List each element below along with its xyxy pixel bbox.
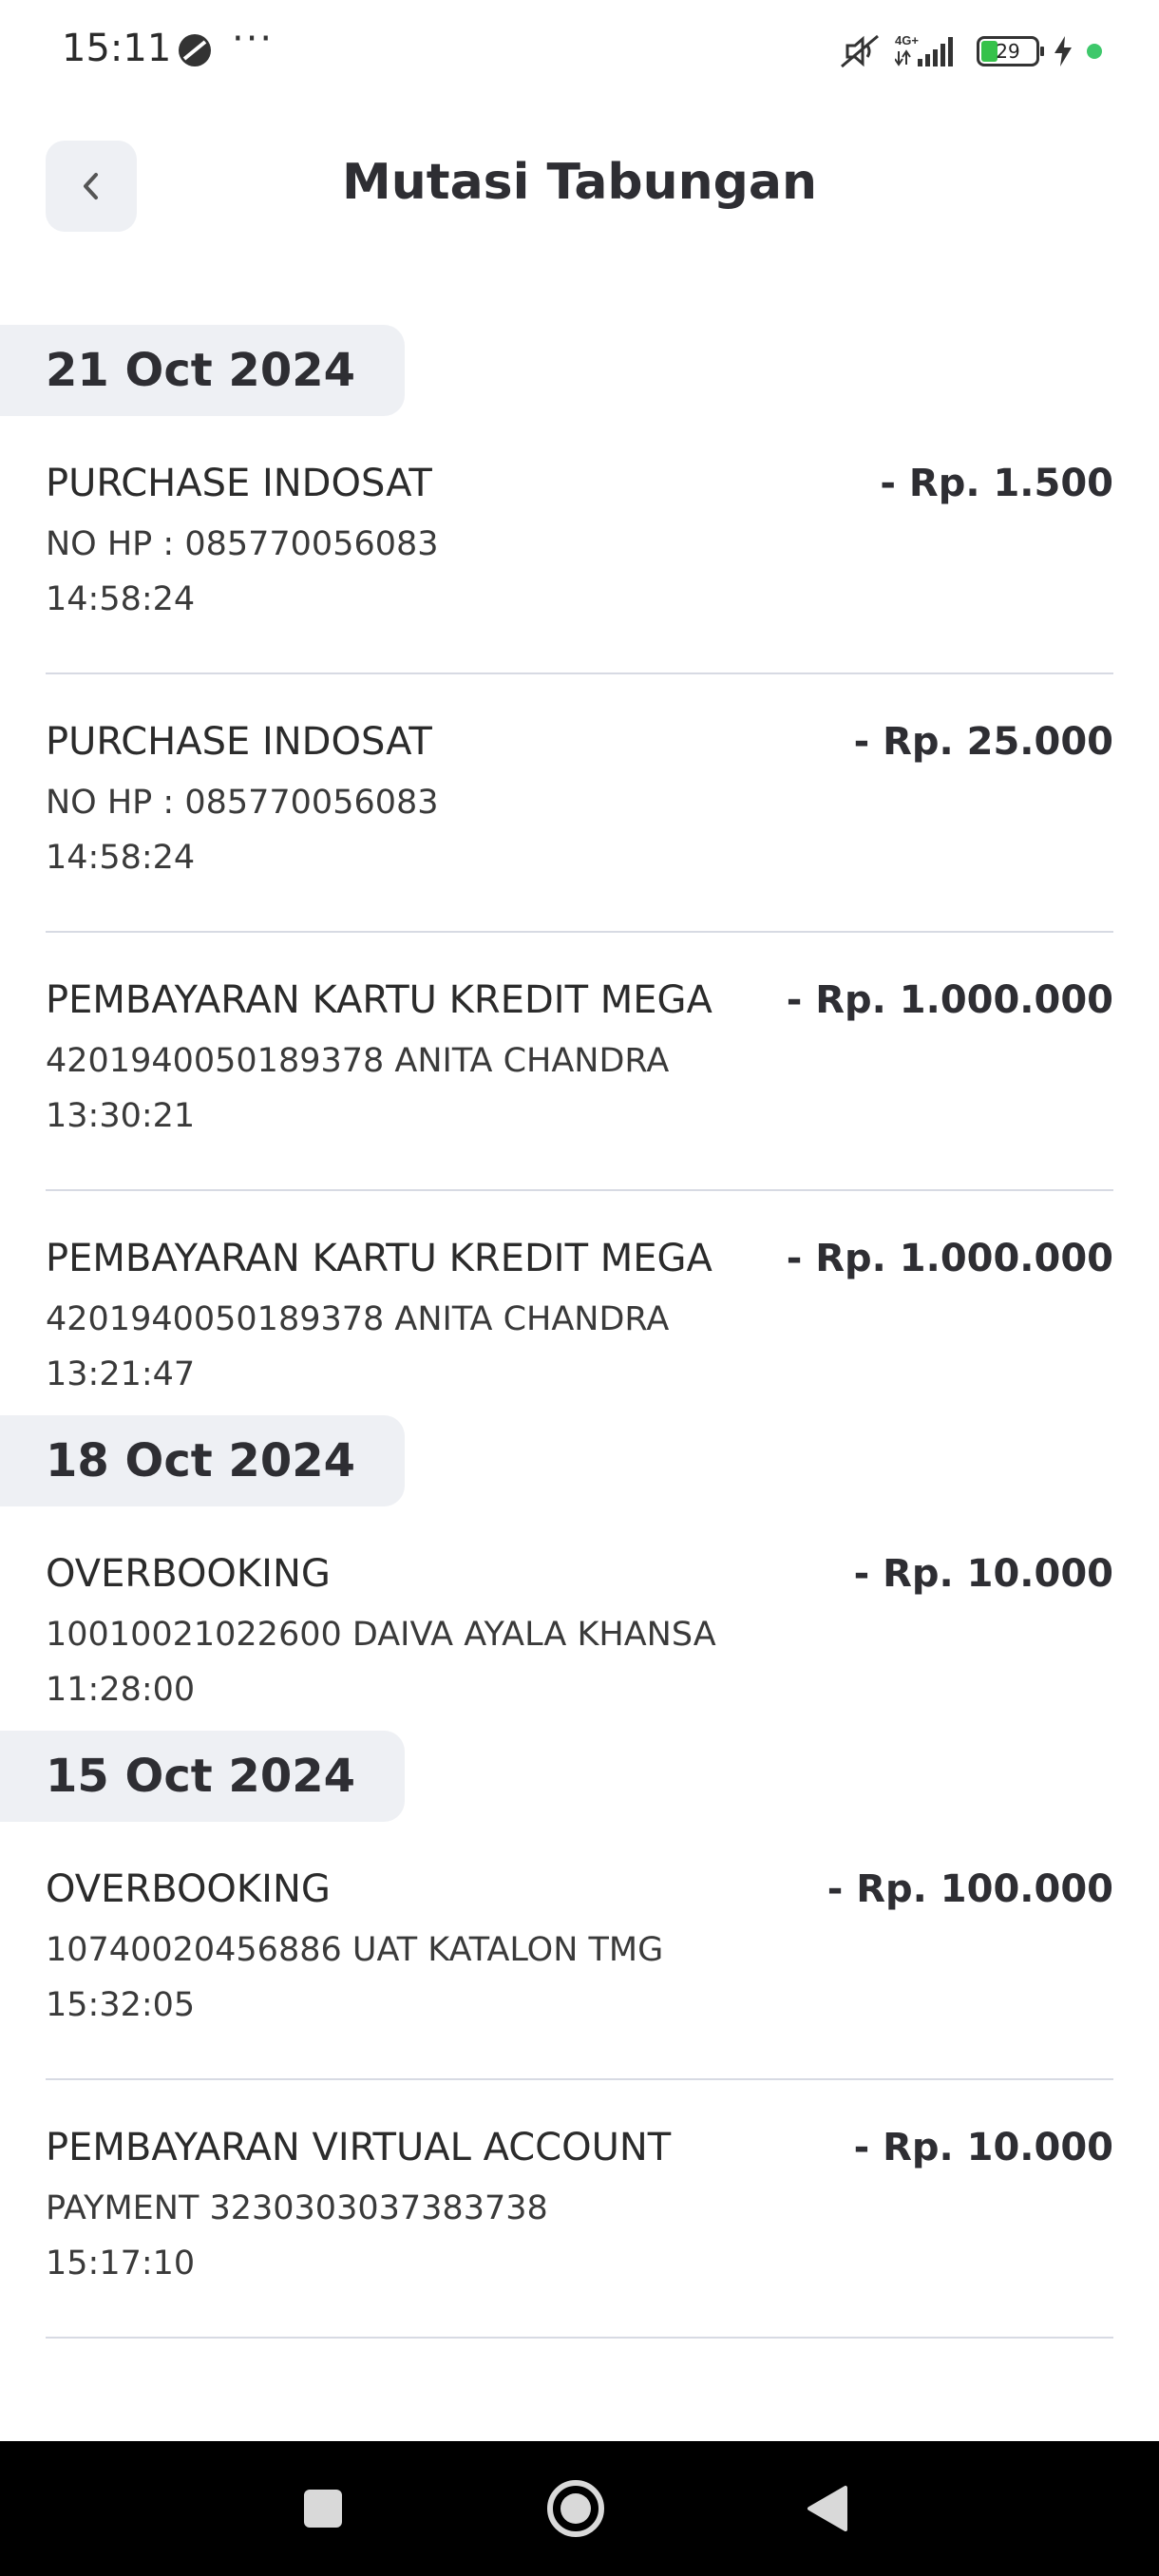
system-back-button[interactable] xyxy=(760,2441,893,2576)
status-time: 15:11 xyxy=(62,27,172,70)
recents-button[interactable] xyxy=(256,2441,390,2576)
status-bar: 15:11 ··· 4G+ 29 xyxy=(0,0,1159,104)
transaction-description: NO HP : 085770056083 xyxy=(46,784,439,822)
transaction-description: NO HP : 085770056083 xyxy=(46,525,439,563)
transaction-description: 4201940050189378 ANITA CHANDRA xyxy=(46,1300,670,1338)
mute-icon xyxy=(841,34,879,68)
recents-square-icon xyxy=(304,2490,342,2528)
transaction-time: 15:17:10 xyxy=(46,2245,196,2282)
transaction-description: 10010021022600 DAIVA AYALA KHANSA xyxy=(46,1616,716,1654)
transaction-time: 13:21:47 xyxy=(46,1355,196,1393)
transaction-item[interactable]: PEMBAYARAN KARTU KREDIT MEGA - Rp. 1.000… xyxy=(46,933,1113,1191)
date-header: 15 Oct 2024 xyxy=(0,1731,405,1822)
transaction-amount: - Rp. 10.000 xyxy=(853,1552,1113,1596)
page-title: Mutasi Tabungan xyxy=(341,154,818,211)
transaction-amount: - Rp. 25.000 xyxy=(853,720,1113,764)
transaction-amount: - Rp. 1.000.000 xyxy=(786,1237,1113,1280)
transaction-title: OVERBOOKING xyxy=(46,1867,331,1911)
transaction-amount: - Rp. 1.500 xyxy=(880,462,1113,505)
transaction-item[interactable]: OVERBOOKING - Rp. 100.000 10740020456886… xyxy=(46,1822,1113,2080)
transaction-list[interactable]: 21 Oct 2024 PURCHASE INDOSAT - Rp. 1.500… xyxy=(0,325,1159,2339)
battery-icon: 29 xyxy=(977,36,1044,66)
active-dot-icon xyxy=(1087,44,1102,59)
status-right-group: 4G+ 29 xyxy=(838,32,1102,70)
transaction-time: 15:32:05 xyxy=(46,1986,196,2024)
transaction-title: OVERBOOKING xyxy=(46,1552,331,1596)
transaction-item[interactable]: PEMBAYARAN KARTU KREDIT MEGA - Rp. 1.000… xyxy=(46,1191,1113,1415)
transaction-description: PAYMENT 3230303037383738 xyxy=(46,2189,548,2227)
back-triangle-icon xyxy=(808,2486,847,2531)
transaction-item[interactable]: PEMBAYARAN VIRTUAL ACCOUNT - Rp. 10.000 … xyxy=(46,2080,1113,2339)
transaction-title: PEMBAYARAN VIRTUAL ACCOUNT xyxy=(46,2126,672,2169)
transaction-item[interactable]: PURCHASE INDOSAT - Rp. 25.000 NO HP : 08… xyxy=(46,674,1113,933)
transaction-item[interactable]: OVERBOOKING - Rp. 10.000 10010021022600 … xyxy=(46,1506,1113,1731)
transaction-title: PEMBAYARAN KARTU KREDIT MEGA xyxy=(46,978,712,1022)
date-header: 18 Oct 2024 xyxy=(0,1415,405,1506)
transaction-amount: - Rp. 1.000.000 xyxy=(786,978,1113,1022)
home-button[interactable] xyxy=(509,2441,642,2576)
transaction-amount: - Rp. 10.000 xyxy=(853,2126,1113,2169)
dnd-icon xyxy=(179,34,211,66)
transaction-time: 14:58:24 xyxy=(46,580,196,618)
signal-icon: 4G+ xyxy=(895,33,953,66)
transaction-item[interactable]: PURCHASE INDOSAT - Rp. 1.500 NO HP : 085… xyxy=(46,416,1113,674)
transaction-amount: - Rp. 100.000 xyxy=(826,1867,1113,1911)
transaction-time: 11:28:00 xyxy=(46,1671,196,1709)
transaction-title: PEMBAYARAN KARTU KREDIT MEGA xyxy=(46,1237,712,1280)
network-type: 4G+ xyxy=(895,33,919,47)
battery-percent: 29 xyxy=(996,40,1020,63)
transaction-title: PURCHASE INDOSAT xyxy=(46,462,432,505)
transaction-description: 4201940050189378 ANITA CHANDRA xyxy=(46,1042,670,1080)
home-circle-icon xyxy=(547,2480,604,2537)
charging-icon xyxy=(1054,36,1072,66)
transaction-title: PURCHASE INDOSAT xyxy=(46,720,432,764)
transaction-description: 10740020456886 UAT KATALON TMG xyxy=(46,1931,664,1969)
date-header: 21 Oct 2024 xyxy=(0,325,405,416)
system-nav-bar xyxy=(0,2441,1159,2576)
transaction-time: 13:30:21 xyxy=(46,1097,196,1135)
transaction-time: 14:58:24 xyxy=(46,839,196,877)
more-dots-icon: ··· xyxy=(232,17,275,61)
